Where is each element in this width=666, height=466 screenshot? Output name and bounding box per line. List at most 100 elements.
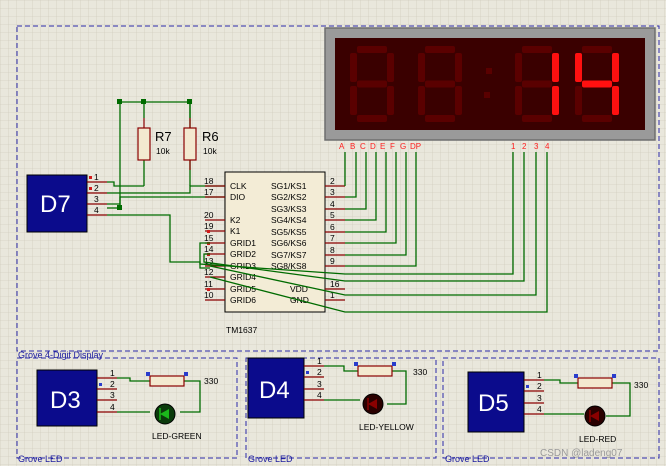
svg-text:3: 3 [94,194,99,204]
digit-1-segment-g [357,80,387,88]
svg-text:SG3/KS3: SG3/KS3 [271,204,307,214]
svg-text:330: 330 [413,367,427,377]
digit-1-segment-b [387,53,394,82]
svg-text:GRID6: GRID6 [230,295,256,305]
svg-text:4: 4 [317,390,322,400]
svg-text:DP: DP [410,142,421,151]
svg-text:3: 3 [110,390,115,400]
svg-text:3: 3 [537,393,542,403]
svg-text:2: 2 [110,379,115,389]
digit-1-segment-d [357,115,387,122]
led-box-label-3: Grove LED [445,454,490,464]
digit-4-segment-g [582,80,612,88]
svg-text:F: F [390,142,395,151]
digit-3-segment-a [522,46,552,53]
svg-text:1: 1 [511,142,516,151]
svg-text:2: 2 [522,142,527,151]
svg-text:A: A [339,142,345,151]
ic-name: TM1637 [226,325,257,335]
svg-text:4: 4 [537,404,542,414]
d7-module[interactable]: D7 [26,174,88,233]
svg-text:R6: R6 [202,129,219,144]
svg-text:G: G [400,142,406,151]
svg-text:330: 330 [204,376,218,386]
digit-2-segment-a [425,46,455,53]
digit-4-segment-a [582,46,612,53]
digit-3-segment-b [552,53,559,82]
digit-2-segment-e [418,86,425,115]
svg-text:2: 2 [330,176,335,186]
svg-text:4: 4 [110,402,115,412]
svg-text:20: 20 [204,210,214,220]
digit-4-segment-e [575,86,582,115]
svg-text:19: 19 [204,221,214,231]
svg-text:1: 1 [317,356,322,366]
digit-3-segment-c [552,86,559,115]
svg-text:SG4/KS4: SG4/KS4 [271,215,307,225]
digit-3-segment-d [522,115,552,122]
digit-4-segment-d [582,115,612,122]
svg-text:D7: D7 [40,191,71,218]
led-box-label-1: Grove LED [18,454,63,464]
svg-text:1: 1 [537,370,542,380]
digit-1-segment-c [387,86,394,115]
svg-text:SG1/KS1: SG1/KS1 [271,181,307,191]
digit-2-segment-g [425,80,455,88]
svg-text:15: 15 [204,233,214,243]
svg-text:K2: K2 [230,215,241,225]
digit-3-segment-e [515,86,522,115]
svg-text:1: 1 [94,172,99,182]
watermark: CSDN @ladeng07 [540,448,623,459]
svg-text:C: C [360,142,366,151]
digit-1-segment-f [350,53,357,82]
led-module-d5[interactable]: D5 [467,371,525,433]
led-module-d4[interactable]: D4 [247,357,305,419]
svg-text:4: 4 [94,205,99,215]
digit-1-segment-e [350,86,357,115]
digit-4-segment-b [612,53,619,82]
svg-text:SG6/KS6: SG6/KS6 [271,238,307,248]
digit-4-segment-f [575,53,582,82]
svg-text:5: 5 [330,210,335,220]
digit-3-segment-g [522,80,552,88]
svg-text:SG2/KS2: SG2/KS2 [271,192,307,202]
svg-text:9: 9 [330,256,335,266]
svg-text:2: 2 [94,183,99,193]
led-module-d3[interactable]: D3 [36,369,98,427]
digit-2-segment-b [455,53,462,82]
svg-text:D: D [370,142,376,151]
svg-text:4: 4 [330,199,335,209]
svg-text:1: 1 [110,368,115,378]
svg-text:8: 8 [330,245,335,255]
svg-text:4: 4 [545,142,550,151]
svg-text:R7: R7 [155,129,172,144]
svg-text:K1: K1 [230,226,241,236]
svg-text:7: 7 [330,233,335,243]
svg-text:GRID2: GRID2 [230,249,256,259]
svg-text:2: 2 [317,367,322,377]
svg-text:SG7/KS7: SG7/KS7 [271,250,307,260]
svg-text:2: 2 [537,381,542,391]
svg-text:B: B [350,142,355,151]
svg-text:10: 10 [204,290,214,300]
svg-text:D3: D3 [50,387,81,414]
svg-text:LED-RED: LED-RED [579,434,616,444]
svg-text:LED-GREEN: LED-GREEN [152,431,202,441]
svg-text:3: 3 [534,142,539,151]
svg-text:12: 12 [204,267,214,277]
svg-text:SG5/KS5: SG5/KS5 [271,227,307,237]
svg-text:LED-YELLOW: LED-YELLOW [359,422,414,432]
svg-text:6: 6 [330,222,335,232]
digit-4-segment-c [612,86,619,115]
digit-1-segment-a [357,46,387,53]
digit-2-segment-c [455,86,462,115]
svg-text:D5: D5 [478,390,509,417]
schematic-canvas: Grove 4-Digit Display Grove LED Grove LE… [0,0,666,466]
svg-text:330: 330 [634,380,648,390]
svg-text:18: 18 [204,176,214,186]
svg-text:3: 3 [317,379,322,389]
svg-text:11: 11 [204,279,213,289]
digit-2-segment-f [418,53,425,82]
led-box-label-2: Grove LED [248,454,293,464]
svg-text:DIO: DIO [230,192,246,202]
